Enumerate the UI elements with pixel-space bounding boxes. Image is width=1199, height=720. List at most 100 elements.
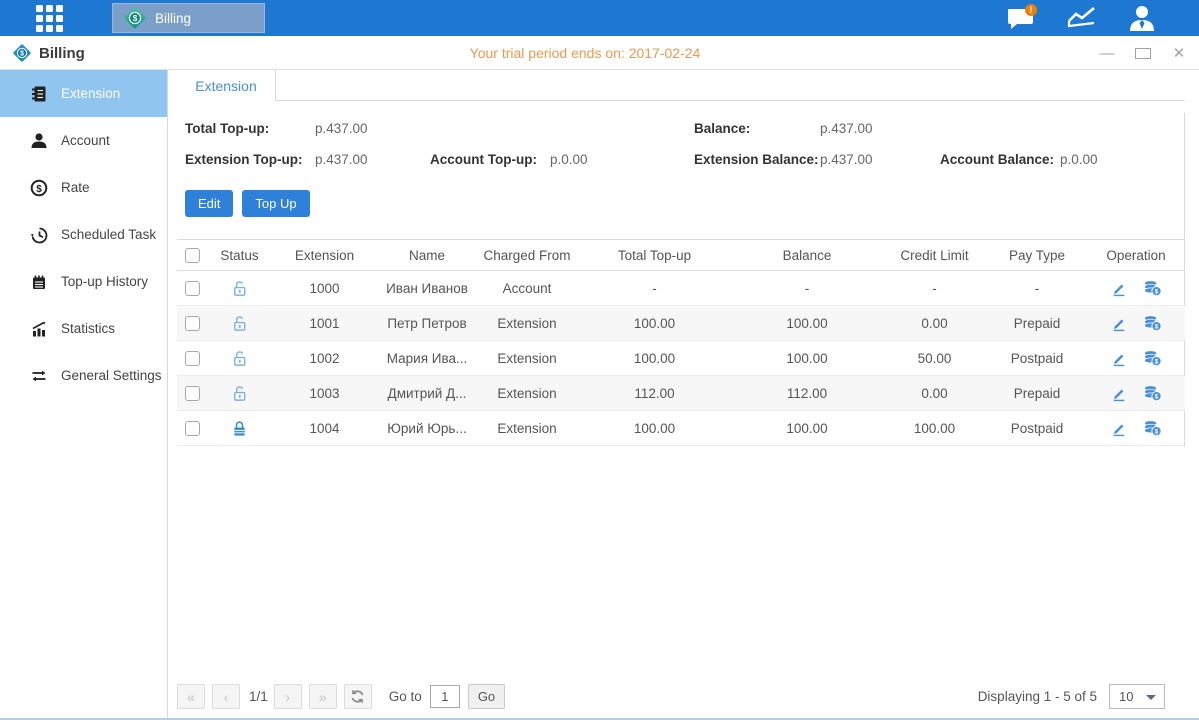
prev-page-button[interactable]: ‹ xyxy=(212,684,240,709)
total-topup-value: p.437.00 xyxy=(315,121,430,136)
account-topup-value: p.0.00 xyxy=(550,152,694,167)
row-total-topup: 100.00 xyxy=(577,421,732,436)
svg-text:$: $ xyxy=(36,183,42,194)
messages-icon[interactable]: ! xyxy=(1005,4,1035,32)
taskbar-tab-billing[interactable]: $ Billing xyxy=(112,3,265,33)
sidebar-item-account[interactable]: Account xyxy=(0,117,167,164)
row-extension: 1004 xyxy=(272,421,377,436)
goto-page-input[interactable] xyxy=(430,685,460,708)
row-credit-limit: 0.00 xyxy=(882,386,987,401)
row-extension: 1000 xyxy=(272,281,377,296)
row-credit-limit: 100.00 xyxy=(882,421,987,436)
extension-balance-label: Extension Balance: xyxy=(694,152,820,167)
go-button[interactable]: Go xyxy=(468,684,505,709)
account-topup-label: Account Top-up: xyxy=(430,152,550,167)
svg-text:$: $ xyxy=(1154,324,1158,331)
col-extension: Extension xyxy=(272,248,377,263)
row-credit-limit: - xyxy=(882,281,987,296)
row-extension: 1001 xyxy=(272,316,377,331)
reports-chart-icon[interactable] xyxy=(1066,4,1096,32)
tab-row-filler xyxy=(276,70,1185,101)
account-person-icon xyxy=(30,132,48,150)
table-row: 1002 Мария Ива... Extension 100.00 100.0… xyxy=(177,341,1185,376)
window-header: Your trial period ends on: 2017-02-24 $ … xyxy=(0,36,1199,70)
lock-open-icon[interactable] xyxy=(231,279,248,298)
extension-topup-label: Extension Top-up: xyxy=(185,152,315,167)
lock-closed-icon[interactable] xyxy=(231,419,248,438)
next-page-button[interactable]: › xyxy=(274,684,302,709)
col-balance: Balance xyxy=(732,248,882,263)
row-credit-limit: 0.00 xyxy=(882,316,987,331)
edit-row-icon[interactable] xyxy=(1111,280,1127,297)
top-up-button[interactable]: Top Up xyxy=(242,190,309,217)
lock-open-icon[interactable] xyxy=(231,349,248,368)
lock-open-icon[interactable] xyxy=(231,384,248,403)
sidebar-item-general-settings[interactable]: General Settings xyxy=(0,352,167,399)
row-checkbox[interactable] xyxy=(185,386,200,401)
maximize-button[interactable] xyxy=(1135,48,1151,59)
close-button[interactable]: ✕ xyxy=(1171,44,1187,62)
row-name: Мария Ива... xyxy=(377,351,477,366)
svg-text:$: $ xyxy=(1154,359,1158,366)
lock-open-icon[interactable] xyxy=(231,314,248,333)
window-title: Billing xyxy=(39,45,85,62)
message-badge: ! xyxy=(1030,5,1033,15)
col-name: Name xyxy=(377,248,477,263)
row-checkbox[interactable] xyxy=(185,421,200,436)
edit-row-icon[interactable] xyxy=(1111,420,1127,437)
sidebar: Extension Account $ Rate Scheduled Task xyxy=(0,70,168,718)
sidebar-item-extension[interactable]: Extension xyxy=(0,70,167,117)
user-account-icon[interactable] xyxy=(1127,4,1157,32)
sidebar-item-topup-history[interactable]: Top-up History xyxy=(0,258,167,305)
tab-extension[interactable]: Extension xyxy=(177,70,276,101)
extension-ledger-icon xyxy=(30,85,48,103)
edit-row-icon[interactable] xyxy=(1111,385,1127,402)
total-topup-label: Total Top-up: xyxy=(185,121,315,136)
first-page-button[interactable]: « xyxy=(177,684,205,709)
row-balance: 100.00 xyxy=(732,316,882,331)
refresh-button[interactable] xyxy=(344,684,372,709)
row-charged-from: Account xyxy=(477,281,577,296)
row-balance: 100.00 xyxy=(732,351,882,366)
chevron-down-icon xyxy=(1146,695,1156,700)
col-pay-type: Pay Type xyxy=(987,248,1087,263)
table-row: 1004 Юрий Юрь... Extension 100.00 100.00… xyxy=(177,411,1185,446)
billing-diamond-icon: $ xyxy=(123,6,147,30)
edit-button[interactable]: Edit xyxy=(185,190,233,217)
sidebar-label: Statistics xyxy=(61,321,115,336)
rate-coin-icon: $ xyxy=(30,179,48,197)
page-size-select[interactable]: 10 xyxy=(1109,684,1165,709)
edit-row-icon[interactable] xyxy=(1111,350,1127,367)
sidebar-item-scheduled-task[interactable]: Scheduled Task xyxy=(0,211,167,258)
sidebar-item-statistics[interactable]: Statistics xyxy=(0,305,167,352)
row-charged-from: Extension xyxy=(477,421,577,436)
row-balance: 100.00 xyxy=(732,421,882,436)
displaying-text: Displaying 1 - 5 of 5 xyxy=(978,689,1097,704)
minimize-button[interactable]: — xyxy=(1099,45,1115,62)
row-credit-limit: 50.00 xyxy=(882,351,987,366)
table-body: 1000 Иван Иванов Account - - - - $ xyxy=(177,271,1185,446)
extension-topup-value: p.437.00 xyxy=(315,152,430,167)
goto-label: Go to xyxy=(389,689,422,704)
col-total-topup: Total Top-up xyxy=(577,248,732,263)
top-up-row-icon[interactable]: $ xyxy=(1143,279,1162,297)
top-up-row-icon[interactable]: $ xyxy=(1143,314,1162,332)
sidebar-label: Extension xyxy=(61,86,120,101)
edit-row-icon[interactable] xyxy=(1111,315,1127,332)
general-settings-sliders-icon xyxy=(30,367,48,385)
row-checkbox[interactable] xyxy=(185,351,200,366)
apps-grid-icon[interactable] xyxy=(36,5,70,32)
sidebar-item-rate[interactable]: $ Rate xyxy=(0,164,167,211)
row-total-topup: 100.00 xyxy=(577,351,732,366)
top-up-row-icon[interactable]: $ xyxy=(1143,349,1162,367)
statistics-chart-icon xyxy=(30,320,48,338)
row-checkbox[interactable] xyxy=(185,281,200,296)
last-page-button[interactable]: » xyxy=(309,684,337,709)
top-up-row-icon[interactable]: $ xyxy=(1143,419,1162,437)
select-all-checkbox[interactable] xyxy=(185,248,200,263)
svg-text:$: $ xyxy=(1154,289,1158,296)
top-up-row-icon[interactable]: $ xyxy=(1143,384,1162,402)
row-checkbox[interactable] xyxy=(185,316,200,331)
row-name: Дмитрий Д... xyxy=(377,386,477,401)
sidebar-label: Top-up History xyxy=(61,274,148,289)
